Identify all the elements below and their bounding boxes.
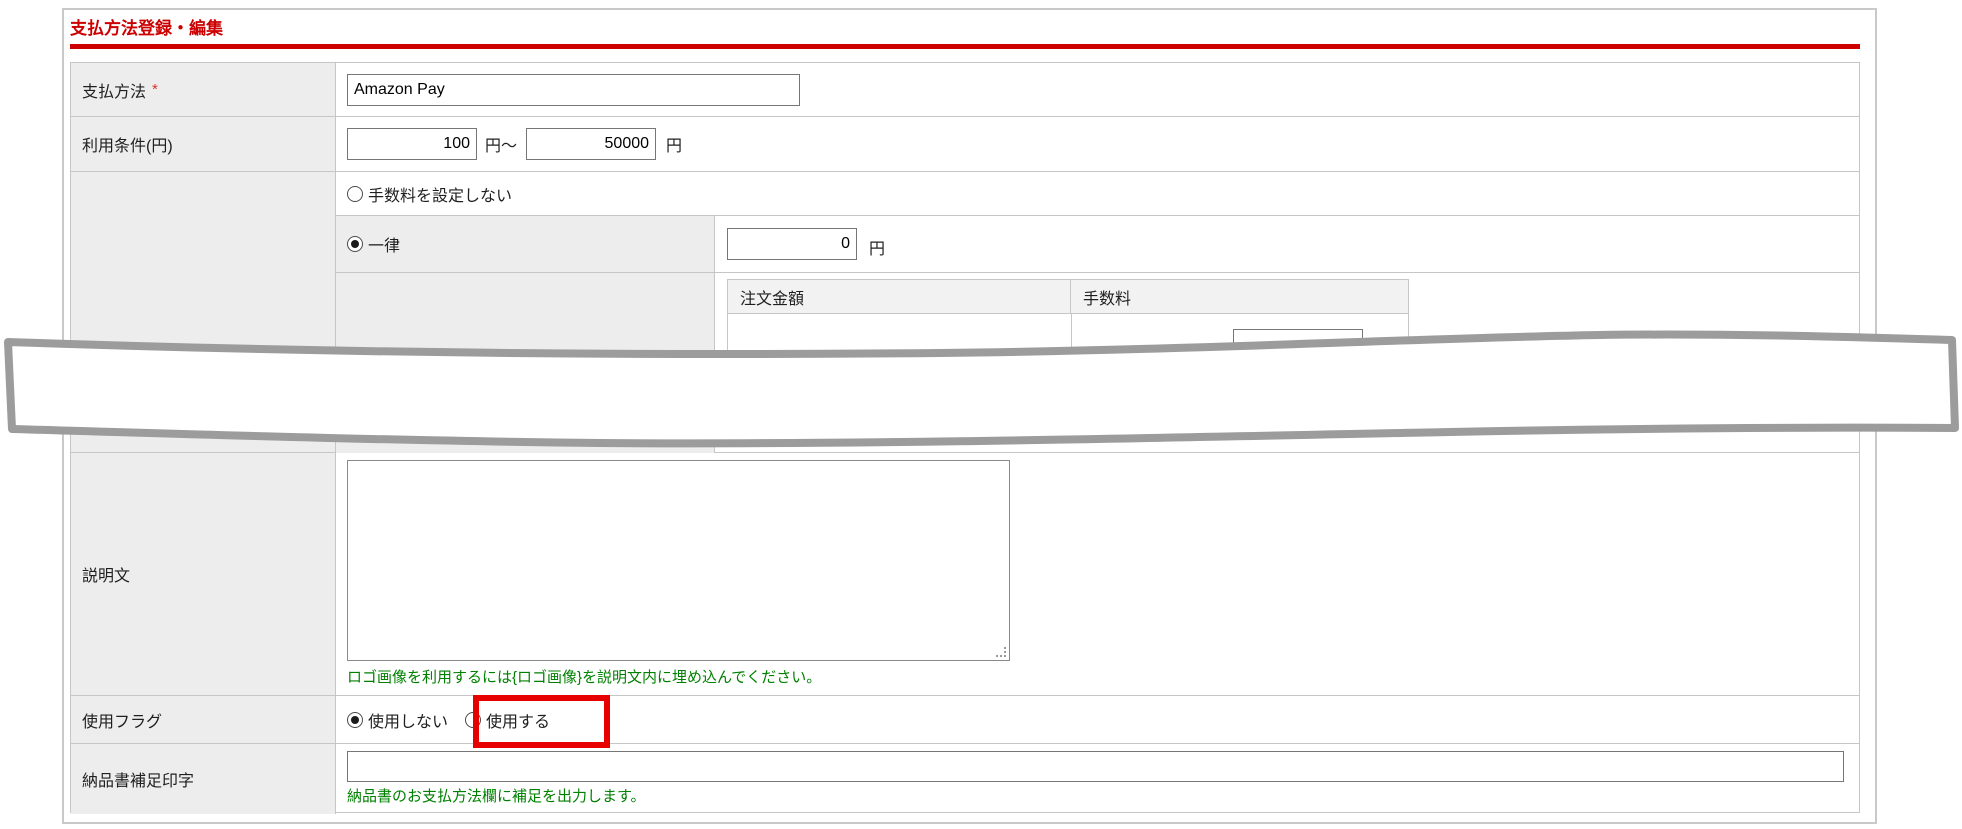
- payment-method-label-cell: 支払方法 *: [71, 63, 336, 116]
- page-title: 支払方法登録・編集: [70, 19, 223, 38]
- fee-tier-fee-input[interactable]: [1233, 329, 1363, 361]
- fee-tier-header-order-amount: 注文金額: [728, 280, 1071, 313]
- usage-condition-label: 利用条件(円): [82, 138, 173, 155]
- payment-method-label: 支払方法: [82, 83, 147, 101]
- fee-flat-amount-input[interactable]: [727, 228, 857, 260]
- fee-flat-label: 一律: [368, 238, 401, 255]
- row-payment-method: 支払方法 *: [71, 63, 1859, 117]
- fee-tier-table-body: [728, 314, 1408, 426]
- fee-tier-column-divider: [1071, 314, 1072, 426]
- fee-flat-row: 一律 円: [336, 216, 1859, 273]
- fee-none-radio[interactable]: [347, 185, 363, 202]
- payment-method-form: 支払方法 * 利用条件(円) 円～ 円: [70, 62, 1860, 814]
- fee-flat-option-cell: 一律: [336, 216, 715, 272]
- description-textarea[interactable]: [347, 460, 1010, 661]
- delivery-note-value-cell: 納品書のお支払方法欄に補足を出力します。: [336, 744, 1859, 814]
- delivery-note-label: 納品書補足印字: [82, 773, 195, 790]
- fee-flat-unit: 円: [869, 241, 886, 258]
- use-flag-label: 使用フラグ: [82, 713, 163, 731]
- use-flag-off-radio[interactable]: [347, 711, 363, 728]
- page: 支払方法登録・編集 支払方法 * 利用条件(円) 円～: [0, 0, 1962, 829]
- row-usage-condition: 利用条件(円) 円～ 円: [71, 117, 1859, 172]
- description-hint: ロゴ画像を利用するには{ロゴ画像}を説明文内に埋め込んでください。: [347, 669, 822, 686]
- fee-content-cell: 手数料を設定しない 一律 円: [336, 172, 1859, 453]
- usage-condition-max-input[interactable]: [526, 128, 657, 160]
- fee-tier-header-fee: 手数料: [1083, 290, 1132, 308]
- fee-tier-table-header: 注文金額 手数料: [728, 280, 1408, 314]
- title-rule: [70, 44, 1860, 49]
- usage-condition-label-cell: 利用条件(円): [71, 117, 336, 171]
- form-panel: 支払方法登録・編集 支払方法 * 利用条件(円) 円～: [62, 8, 1877, 824]
- fee-tier-row: 注文金額 手数料: [336, 273, 1859, 453]
- description-label-cell: 説明文: [71, 453, 336, 695]
- row-description: 説明文 ロゴ画像を利用するには{ロゴ画像}を説明文内に埋め込んでください。: [71, 453, 1859, 696]
- highlight-annotation-box: [473, 695, 610, 748]
- description-label: 説明文: [82, 568, 131, 585]
- row-delivery-note: 納品書補足印字 納品書のお支払方法欄に補足を出力します。: [71, 744, 1859, 814]
- description-value-cell: ロゴ画像を利用するには{ロゴ画像}を説明文内に埋め込んでください。: [336, 453, 1859, 695]
- payment-method-input[interactable]: [347, 73, 800, 106]
- use-flag-off-label: 使用しない: [368, 713, 449, 731]
- required-asterisk: *: [152, 81, 158, 98]
- row-fee: 手数料を設定しない 一律 円: [71, 172, 1859, 453]
- fee-tier-left-cell: [336, 273, 715, 453]
- delivery-note-label-cell: 納品書補足印字: [71, 744, 336, 814]
- row-use-flag: 使用フラグ 使用しない 使用する: [71, 696, 1859, 744]
- fee-none-label: 手数料を設定しない: [368, 187, 513, 205]
- payment-method-value-cell: [336, 63, 1859, 116]
- delivery-note-input[interactable]: [347, 751, 1844, 782]
- use-flag-label-cell: 使用フラグ: [71, 696, 336, 743]
- usage-condition-min-input[interactable]: [347, 128, 477, 160]
- delivery-note-hint: 納品書のお支払方法欄に補足を出力します。: [347, 788, 646, 805]
- usage-condition-range-unit: 円～: [485, 138, 518, 155]
- fee-label-cell: [71, 172, 336, 452]
- fee-tier-table: 注文金額 手数料: [727, 279, 1409, 427]
- usage-condition-unit: 円: [666, 138, 683, 155]
- fee-none-row: 手数料を設定しない: [336, 172, 1859, 216]
- usage-condition-value-cell: 円～ 円: [336, 117, 1859, 171]
- fee-flat-radio[interactable]: [347, 236, 363, 252]
